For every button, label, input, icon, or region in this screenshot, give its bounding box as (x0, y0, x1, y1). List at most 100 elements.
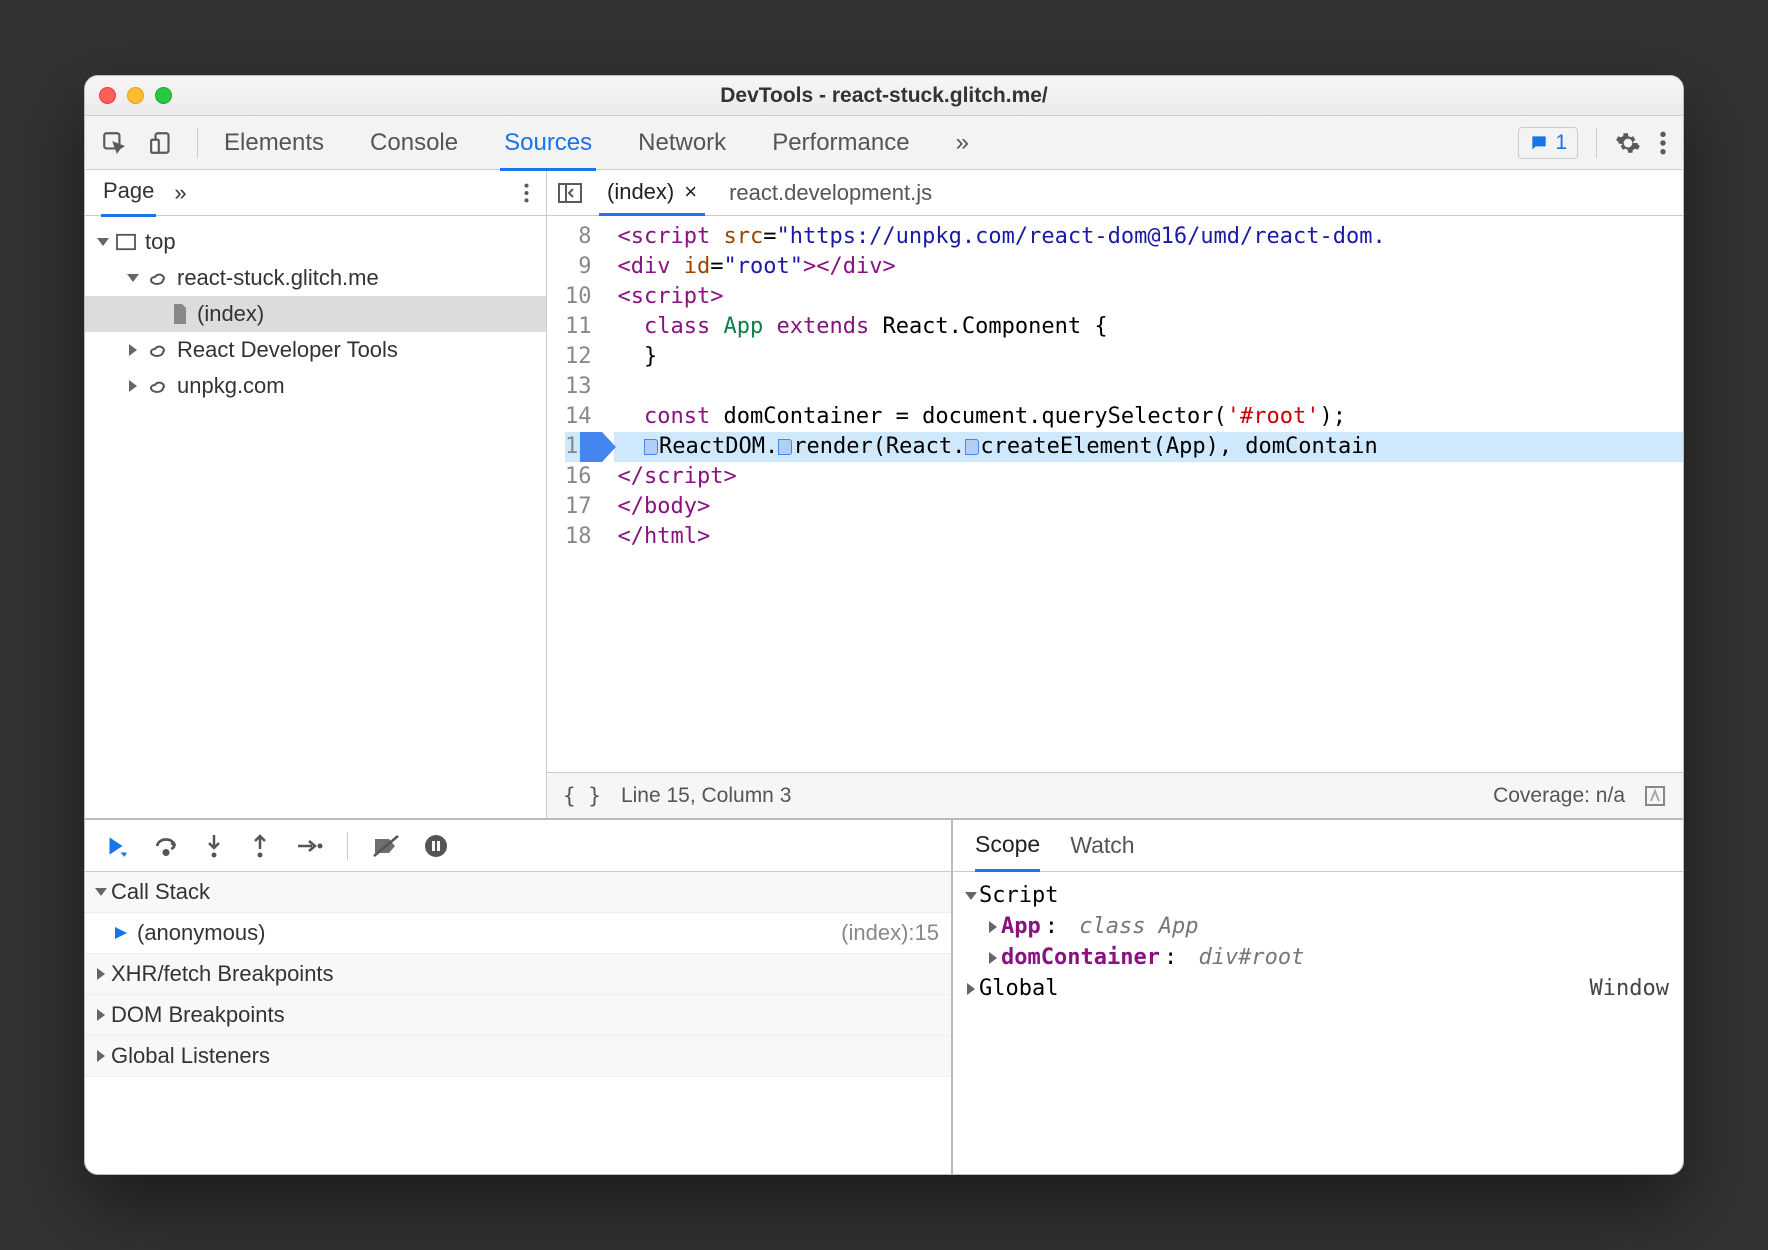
section-title: XHR/fetch Breakpoints (111, 961, 334, 987)
devtools-toolbar: Elements Console Sources Network Perform… (85, 116, 1683, 170)
navigator-sidebar: Page » top react-stuck.glitch.me (85, 170, 547, 818)
tree-label: react-stuck.glitch.me (177, 265, 379, 291)
tree-node-domain[interactable]: react-stuck.glitch.me (85, 260, 546, 296)
tree-node-unpkg[interactable]: unpkg.com (85, 368, 546, 404)
editor-statusbar: { } Line 15, Column 3 Coverage: n/a (547, 772, 1683, 818)
editor-tab-label: react.development.js (729, 180, 932, 206)
step-into-icon[interactable] (203, 833, 225, 859)
scope-tabs: Scope Watch (953, 820, 1683, 872)
navigator-tab-page[interactable]: Page (101, 170, 156, 217)
tab-more[interactable]: » (952, 116, 973, 170)
tab-sources[interactable]: Sources (500, 116, 596, 170)
tree-label: (index) (197, 301, 264, 327)
section-title: Call Stack (111, 879, 210, 905)
device-toggle-icon[interactable] (149, 130, 175, 156)
scope-tab[interactable]: Scope (975, 821, 1040, 872)
chevron-right-icon (97, 1009, 105, 1021)
editor-area: (index) × react.development.js 891011121… (547, 170, 1683, 818)
editor-tab-react-dev[interactable]: react.development.js (721, 170, 940, 215)
call-stack-frame[interactable]: (anonymous) (index):15 (85, 913, 951, 954)
coverage-status: Coverage: n/a (1493, 784, 1625, 808)
scope-group-name: Global (979, 976, 1058, 1001)
devtools-window: DevTools - react-stuck.glitch.me/ Elemen… (84, 75, 1684, 1175)
gear-icon[interactable] (1615, 130, 1641, 156)
line-gutter[interactable]: 89101112131415161718 (547, 216, 614, 558)
prop-name: App (1001, 914, 1041, 939)
file-tree: top react-stuck.glitch.me (index) React … (85, 216, 546, 818)
inspect-element-icon[interactable] (101, 130, 127, 156)
chevron-right-icon (129, 380, 137, 392)
panel-tabs: Elements Console Sources Network Perform… (220, 116, 1496, 170)
section-title: Global Listeners (111, 1043, 270, 1069)
prop-value: div#root (1198, 945, 1304, 970)
chevron-down-icon (965, 892, 977, 900)
prop-name: domContainer (1001, 945, 1160, 970)
debugger-panels: Call Stack (anonymous) (index):15 XHR/fe… (85, 818, 1683, 1174)
tree-label: top (145, 229, 176, 255)
kebab-menu-icon[interactable] (1659, 130, 1667, 156)
chevron-right-icon (129, 344, 137, 356)
tree-label: unpkg.com (177, 373, 285, 399)
source-map-icon[interactable] (1643, 784, 1667, 808)
scope-property[interactable]: domContainer: div#root (967, 942, 1669, 973)
debugger-toolbar (85, 820, 951, 872)
xhr-breakpoints-header[interactable]: XHR/fetch Breakpoints (85, 954, 951, 995)
code-editor[interactable]: 89101112131415161718 <script src="https:… (547, 216, 1683, 772)
prop-value: class App (1079, 914, 1198, 939)
frame-name: (anonymous) (137, 920, 265, 946)
tab-console[interactable]: Console (366, 116, 462, 170)
divider (1596, 128, 1597, 158)
chevron-down-icon (97, 238, 109, 246)
scope-panel: Scope Watch Script App: class App domCon… (953, 820, 1683, 1174)
chevron-down-icon (127, 274, 139, 282)
resume-icon[interactable] (103, 833, 129, 859)
chevron-right-icon (97, 1050, 105, 1062)
deactivate-breakpoints-icon[interactable] (372, 834, 400, 858)
chevron-right-icon (989, 921, 997, 933)
close-tab-icon[interactable]: × (684, 179, 697, 205)
scope-group-type: Window (1590, 976, 1669, 1001)
call-stack-header[interactable]: Call Stack (85, 872, 951, 913)
frame-location: (index):15 (841, 920, 939, 946)
step-icon[interactable] (295, 835, 323, 857)
toggle-navigator-icon[interactable] (557, 182, 583, 204)
tree-node-react-devtools[interactable]: React Developer Tools (85, 332, 546, 368)
step-over-icon[interactable] (153, 833, 179, 859)
editor-tab-index[interactable]: (index) × (599, 171, 705, 216)
close-window-button[interactable] (99, 87, 116, 104)
scope-group-name: Script (979, 883, 1058, 908)
watch-tab[interactable]: Watch (1070, 820, 1134, 871)
scope-body: Script App: class App domContainer: div#… (953, 872, 1683, 1174)
divider (197, 128, 198, 158)
step-out-icon[interactable] (249, 833, 271, 859)
dom-breakpoints-header[interactable]: DOM Breakpoints (85, 995, 951, 1036)
divider (347, 832, 348, 860)
cursor-position: Line 15, Column 3 (621, 784, 791, 808)
pause-on-exceptions-icon[interactable] (424, 834, 448, 858)
debugger-left: Call Stack (anonymous) (index):15 XHR/fe… (85, 820, 953, 1174)
kebab-menu-icon[interactable] (523, 182, 530, 204)
main-area: Page » top react-stuck.glitch.me (85, 170, 1683, 818)
editor-tab-label: (index) (607, 179, 674, 205)
issues-badge[interactable]: 1 (1518, 127, 1578, 159)
minimize-window-button[interactable] (127, 87, 144, 104)
tree-node-index[interactable]: (index) (85, 296, 546, 332)
titlebar: DevTools - react-stuck.glitch.me/ (85, 76, 1683, 116)
issues-count: 1 (1555, 131, 1567, 155)
toolbar-right: 1 (1518, 127, 1667, 159)
scope-group-script[interactable]: Script (967, 880, 1669, 911)
tab-performance[interactable]: Performance (768, 116, 913, 170)
tree-node-top[interactable]: top (85, 224, 546, 260)
global-listeners-header[interactable]: Global Listeners (85, 1036, 951, 1077)
navigator-tab-more[interactable]: » (174, 180, 186, 206)
pretty-print-icon[interactable]: { } (563, 784, 601, 808)
tab-network[interactable]: Network (634, 116, 730, 170)
scope-property[interactable]: App: class App (967, 911, 1669, 942)
code-lines[interactable]: <script src="https://unpkg.com/react-dom… (614, 216, 1684, 558)
chevron-right-icon (967, 983, 975, 995)
scope-group-global[interactable]: Global Window (967, 973, 1669, 1004)
maximize-window-button[interactable] (155, 87, 172, 104)
window-controls (99, 87, 172, 104)
chevron-right-icon (989, 952, 997, 964)
tab-elements[interactable]: Elements (220, 116, 328, 170)
